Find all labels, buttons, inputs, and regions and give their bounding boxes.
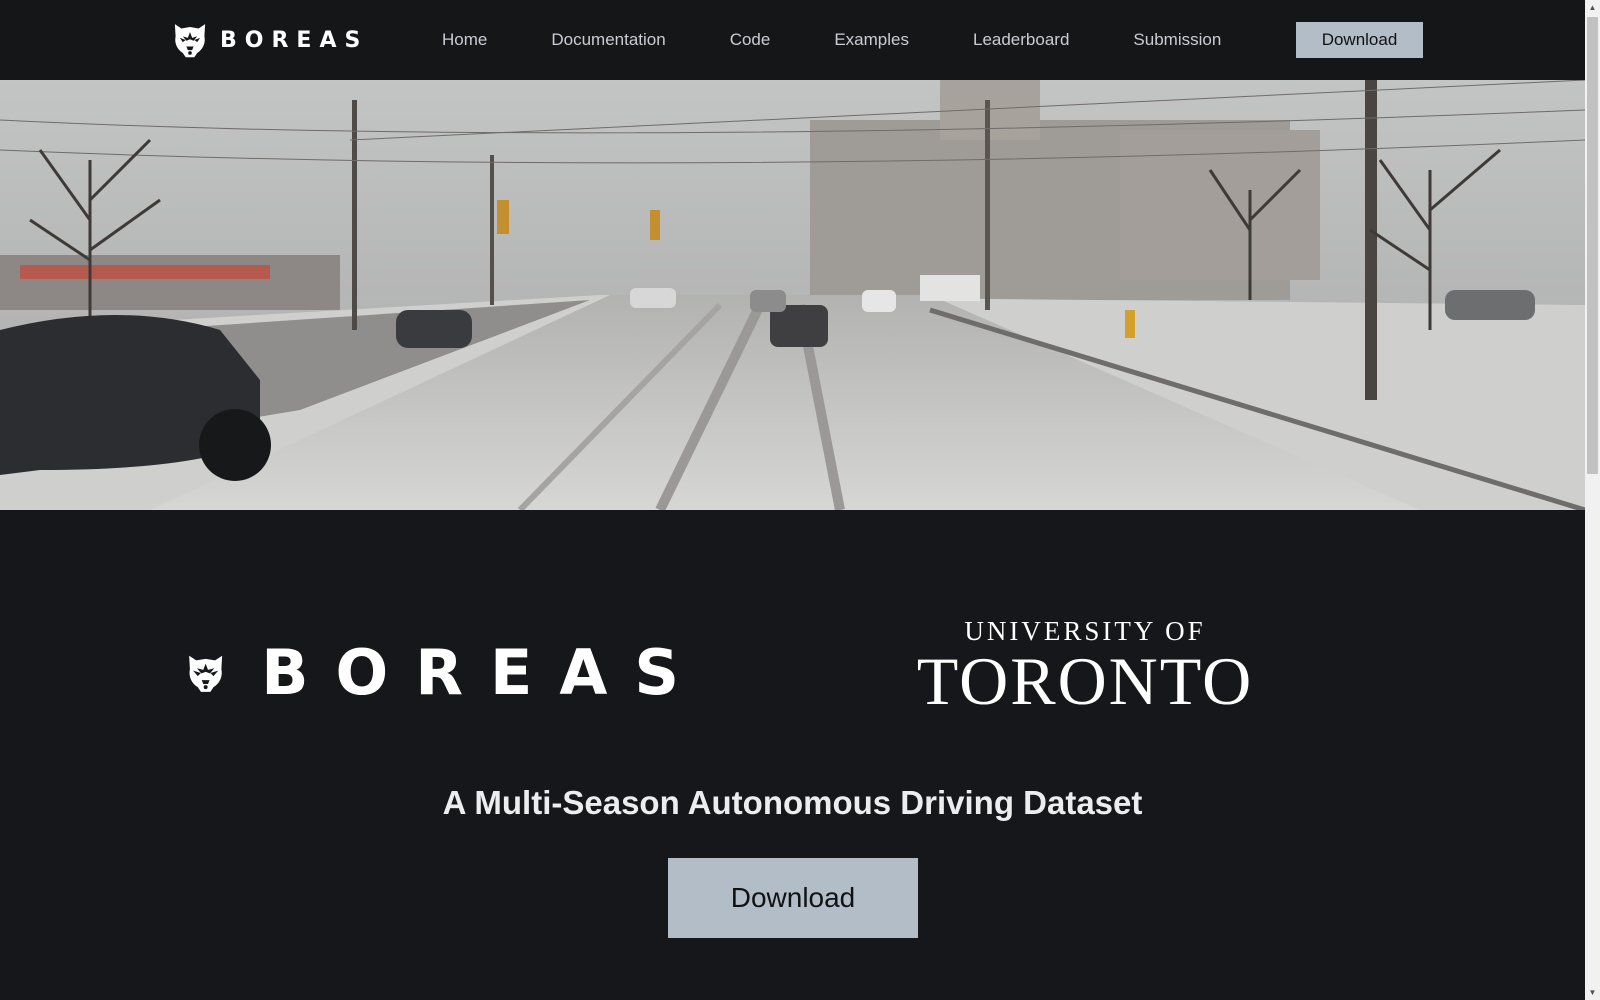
university-of-toronto-logo: UNIVERSITY OF TORONTO bbox=[905, 616, 1265, 719]
scrollbar-thumb[interactable] bbox=[1587, 17, 1598, 474]
hero-image bbox=[0, 80, 1585, 510]
nav-brand-logo[interactable]: BOREAS bbox=[172, 20, 368, 60]
nav-links: Home Documentation Code Examples Leaderb… bbox=[410, 0, 1253, 80]
nav-link-examples[interactable]: Examples bbox=[802, 30, 941, 50]
boreas-logo: BOREAS bbox=[186, 615, 706, 731]
university-of-text: UNIVERSITY OF bbox=[964, 616, 1206, 646]
toronto-text: TORONTO bbox=[916, 643, 1254, 719]
page-tagline: A Multi-Season Autonomous Driving Datase… bbox=[442, 784, 1143, 821]
scroll-down-icon[interactable]: ▼ bbox=[1585, 985, 1600, 1000]
nav-brand-text: BOREAS bbox=[220, 27, 369, 53]
nav-link-home[interactable]: Home bbox=[410, 30, 519, 50]
nav-link-documentation[interactable]: Documentation bbox=[519, 30, 697, 50]
main-download-button[interactable]: Download bbox=[668, 858, 918, 938]
nav-download-button[interactable]: Download bbox=[1296, 22, 1423, 58]
bear-head-icon bbox=[174, 24, 206, 58]
page: BOREAS Home Documentation Code Examples … bbox=[0, 0, 1600, 1000]
scroll-up-icon[interactable]: ▲ bbox=[1585, 0, 1600, 15]
top-navbar: BOREAS Home Documentation Code Examples … bbox=[0, 0, 1585, 80]
bear-head-icon bbox=[189, 655, 223, 692]
nav-link-code[interactable]: Code bbox=[698, 30, 803, 50]
page-scrollbar[interactable]: ▲ ▼ bbox=[1585, 0, 1600, 1000]
nav-link-submission[interactable]: Submission bbox=[1101, 30, 1253, 50]
boreas-logo-text: BOREAS bbox=[261, 636, 706, 709]
nav-link-leaderboard[interactable]: Leaderboard bbox=[941, 30, 1101, 50]
